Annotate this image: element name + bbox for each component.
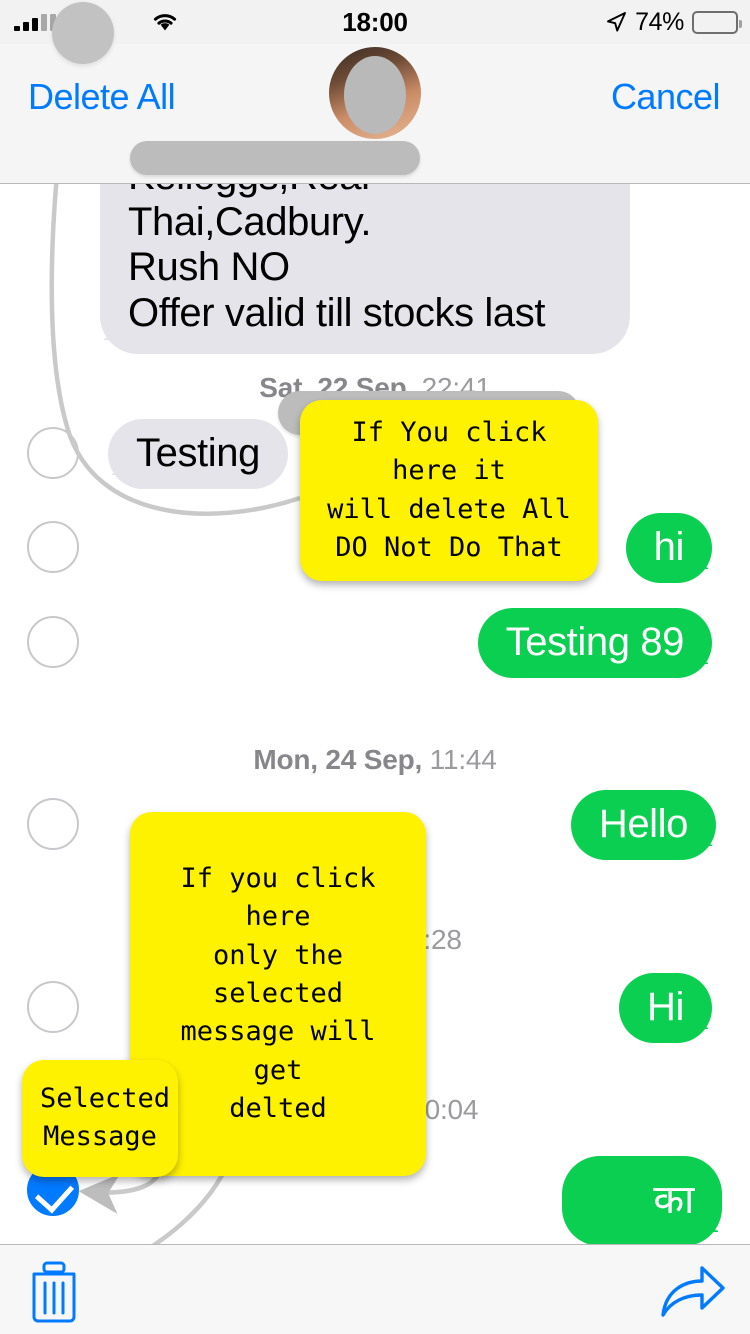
status-bar: 18:00 74% [0,0,750,64]
message-bubble-promo[interactable]: Kelloggs,Real Thai,Cadbury. Rush NO Offe… [100,184,630,355]
delete-all-button[interactable]: Delete All [28,76,176,118]
message-bubble-testing[interactable]: Testing [108,419,288,489]
forward-icon[interactable] [660,1265,726,1319]
location-arrow-icon [607,12,627,32]
message-bubble-hindi[interactable]: का [562,1156,722,1246]
message-bubble-hello[interactable]: Hello [570,790,716,860]
avatar[interactable] [329,47,421,139]
battery-icon [692,10,742,34]
cancel-button[interactable]: Cancel [611,76,721,118]
message-text-line-1: Kelloggs,Real Thai,Cadbury. [128,184,372,244]
date-separator-time: 11:44 [429,744,497,775]
message-text: hi [653,525,685,569]
message-bubble-hi-2[interactable]: Hi [619,973,712,1043]
message-checkbox-testing[interactable] [27,427,79,479]
annotation-selected-message: Selected Message [22,1060,178,1177]
messages-selection-screen: 18:00 74% Delete All Cancel Sr Kelloggs,… [0,0,750,1334]
battery-percentage: 74% [635,7,684,36]
message-text-line-2: Rush NO [128,245,290,290]
carrier-name-redaction [52,2,114,64]
message-text: का [653,1178,694,1222]
bubble-tail [694,1009,728,1043]
date-separator-day: Mon, 24 Sep, [253,744,423,775]
message-checkbox-hi-1[interactable] [27,521,79,573]
navigation-bar: Delete All Cancel Sr [0,44,750,184]
bubble-tail [694,549,728,583]
annotation-delete-all: If You click here it will delete All DO … [300,400,598,582]
message-text: Testing 89 [505,620,685,664]
message-checkbox-testing-89[interactable] [27,616,79,668]
message-checkbox-hi-2[interactable] [27,981,79,1033]
message-text: Hello [598,802,689,846]
bubble-tail [694,644,728,678]
message-text: Hi [647,985,684,1029]
bubble-tail [84,320,118,354]
message-bubble-hi-1[interactable]: hi [625,513,712,583]
contact-name-redaction [130,141,420,175]
avatar-face-redaction [344,55,406,134]
trash-icon[interactable] [26,1261,82,1323]
bubble-tail [698,826,732,860]
message-text-line-3: Offer valid till stocks last [128,290,546,335]
bubble-tail [92,455,126,489]
message-text: Testing [136,431,260,475]
date-separator-2: Mon, 24 Sep, 11:44 [0,744,750,776]
bubble-tail [704,1212,738,1246]
bottom-toolbar [0,1244,750,1334]
status-bar-right: 74% [605,0,742,44]
message-checkbox-hello[interactable] [27,798,79,850]
message-bubble-testing-89[interactable]: Testing 89 [477,608,712,678]
